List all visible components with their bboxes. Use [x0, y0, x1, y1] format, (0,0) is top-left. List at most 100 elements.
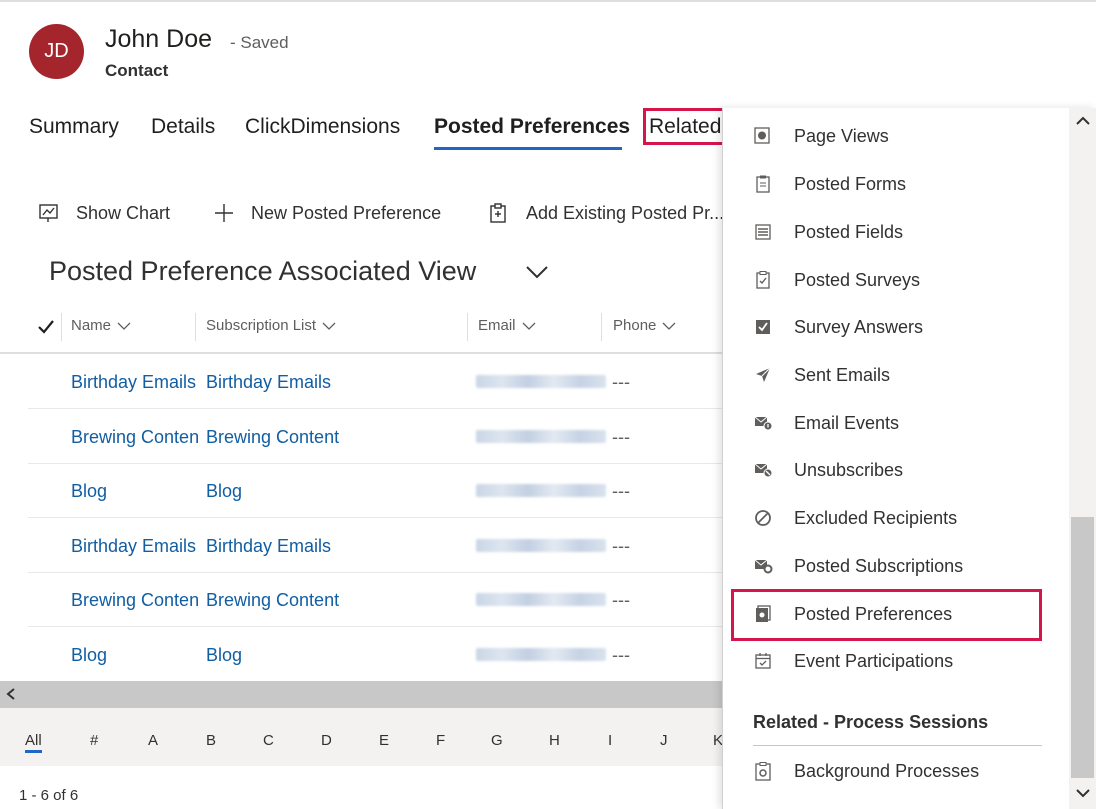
column-separator [467, 313, 468, 341]
cell-email-redacted [476, 375, 606, 388]
column-header-subscription-list[interactable]: Subscription List [206, 317, 336, 334]
related-tab-highlight [643, 108, 727, 145]
flyout-scrollbar-thumb[interactable] [1071, 517, 1094, 778]
jumpbar-a[interactable]: A [148, 732, 158, 749]
chart-icon [39, 204, 58, 222]
menu-item-survey-answers[interactable]: Survey Answers [752, 307, 923, 347]
add-existing-button[interactable]: Add Existing Posted Pr... [488, 202, 724, 224]
column-separator [61, 313, 62, 341]
clipboard-icon [752, 173, 774, 195]
chevron-down-icon[interactable] [525, 262, 549, 282]
jumpbar-j[interactable]: J [660, 732, 668, 749]
tab-details[interactable]: Details [151, 115, 215, 139]
calendar-check-icon [752, 650, 774, 672]
horizontal-scrollbar[interactable] [0, 681, 724, 708]
menu-item-label: Posted Fields [794, 221, 904, 242]
scroll-down-icon[interactable] [1075, 786, 1091, 800]
cell-subscription-list-link[interactable]: Blog [206, 645, 466, 666]
blocked-icon [752, 507, 774, 529]
survey-check-icon [752, 269, 774, 291]
view-title[interactable]: Posted Preference Associated View [49, 256, 476, 287]
menu-item-posted-subscriptions[interactable]: Posted Subscriptions [752, 546, 963, 586]
column-header-phone[interactable]: Phone [613, 317, 676, 334]
select-all-checkmark-icon[interactable] [37, 318, 55, 336]
jumpbar-d[interactable]: D [321, 732, 332, 749]
cell-phone: --- [612, 372, 630, 392]
cell-subscription-list-link[interactable]: Birthday Emails [206, 372, 466, 393]
menu-item-label: Posted Subscriptions [794, 555, 964, 576]
table-row[interactable]: Brewing Content Brewing Content --- [28, 573, 724, 627]
add-existing-label: Add Existing Posted Pr... [526, 202, 725, 223]
column-header-name[interactable]: Name [71, 317, 131, 334]
table-row[interactable]: Blog Blog --- [28, 628, 724, 682]
show-chart-button[interactable]: Show Chart [38, 202, 170, 224]
cell-email-redacted [476, 593, 606, 606]
cell-subscription-list-link[interactable]: Brewing Content [206, 590, 466, 611]
menu-item-excluded-recipients[interactable]: Excluded Recipients [752, 498, 957, 538]
tab-summary[interactable]: Summary [29, 115, 119, 139]
mail-block-icon [752, 459, 774, 481]
new-posted-preference-button[interactable]: New Posted Preference [213, 202, 441, 224]
jumpbar-hash[interactable]: # [90, 732, 98, 749]
menu-item-label: Unsubscribes [794, 459, 904, 480]
show-chart-label: Show Chart [76, 202, 171, 223]
menu-item-posted-fields[interactable]: Posted Fields [752, 212, 903, 252]
jumpbar-b[interactable]: B [206, 732, 216, 749]
cell-phone: --- [612, 427, 630, 447]
menu-item-label: Posted Forms [794, 173, 907, 194]
avatar: JD [29, 24, 84, 79]
cell-name-link[interactable]: Birthday Emails [71, 536, 198, 557]
jump-bar [0, 708, 724, 766]
menu-item-unsubscribes[interactable]: Unsubscribes [752, 450, 903, 490]
scroll-left-icon[interactable] [4, 687, 18, 701]
menu-item-sent-emails[interactable]: Sent Emails [752, 355, 890, 395]
jumpbar-f[interactable]: F [436, 732, 445, 749]
menu-item-page-views[interactable]: Page Views [752, 116, 889, 156]
menu-item-label: Event Participations [794, 650, 954, 671]
cell-subscription-list-link[interactable]: Birthday Emails [206, 536, 466, 557]
record-entity-type: Contact [105, 61, 169, 80]
jumpbar-h[interactable]: H [549, 732, 560, 749]
record-title: John Doe [105, 25, 213, 53]
menu-item-label: Page Views [794, 125, 889, 146]
tab-posted-preferences[interactable]: Posted Preferences [434, 115, 630, 139]
menu-item-background-processes[interactable]: Background Processes [752, 751, 979, 791]
table-row[interactable]: Birthday Emails Birthday Emails --- [28, 519, 724, 573]
cell-subscription-list-link[interactable]: Brewing Content [206, 427, 466, 448]
column-separator [195, 313, 196, 341]
menu-item-posted-forms[interactable]: Posted Forms [752, 164, 906, 204]
menu-item-posted-surveys[interactable]: Posted Surveys [752, 260, 920, 300]
menu-item-label: Excluded Recipients [794, 507, 958, 528]
table-row[interactable]: Blog Blog --- [28, 464, 724, 518]
menu-item-label: Email Events [794, 412, 900, 433]
chevron-down-icon [522, 322, 535, 330]
cell-name-link[interactable]: Blog [71, 645, 198, 666]
cell-name-link[interactable]: Blog [71, 481, 198, 502]
cell-name-link[interactable]: Birthday Emails [71, 372, 198, 393]
cell-phone: --- [612, 590, 630, 610]
cell-email-redacted [476, 484, 606, 497]
scroll-up-icon[interactable] [1075, 114, 1091, 128]
jumpbar-e[interactable]: E [379, 732, 389, 749]
tab-clickdimensions[interactable]: ClickDimensions [245, 115, 400, 139]
menu-item-event-participations[interactable]: Event Participations [752, 641, 953, 681]
jumpbar-g[interactable]: G [491, 732, 503, 749]
cell-name-link[interactable]: Brewing Content [71, 427, 198, 448]
cell-name-link[interactable]: Brewing Content [71, 590, 198, 611]
cell-email-redacted [476, 430, 606, 443]
active-tab-indicator [434, 147, 622, 150]
new-posted-preference-label: New Posted Preference [251, 202, 442, 223]
column-header-email[interactable]: Email [478, 317, 536, 334]
grid-header-divider [0, 352, 724, 354]
cell-subscription-list-link[interactable]: Blog [206, 481, 466, 502]
table-row[interactable]: Brewing Content Brewing Content --- [28, 410, 724, 464]
record-count: 1 - 6 of 6 [19, 787, 79, 804]
jumpbar-all[interactable]: All [25, 732, 42, 753]
related-section-title: Related - Process Sessions [753, 712, 989, 732]
jumpbar-i[interactable]: I [608, 732, 612, 749]
table-row[interactable]: Birthday Emails Birthday Emails --- [28, 355, 724, 409]
globe-page-icon [752, 125, 774, 147]
jumpbar-c[interactable]: C [263, 732, 274, 749]
list-icon [752, 221, 774, 243]
menu-item-email-events[interactable]: Email Events [752, 403, 899, 443]
